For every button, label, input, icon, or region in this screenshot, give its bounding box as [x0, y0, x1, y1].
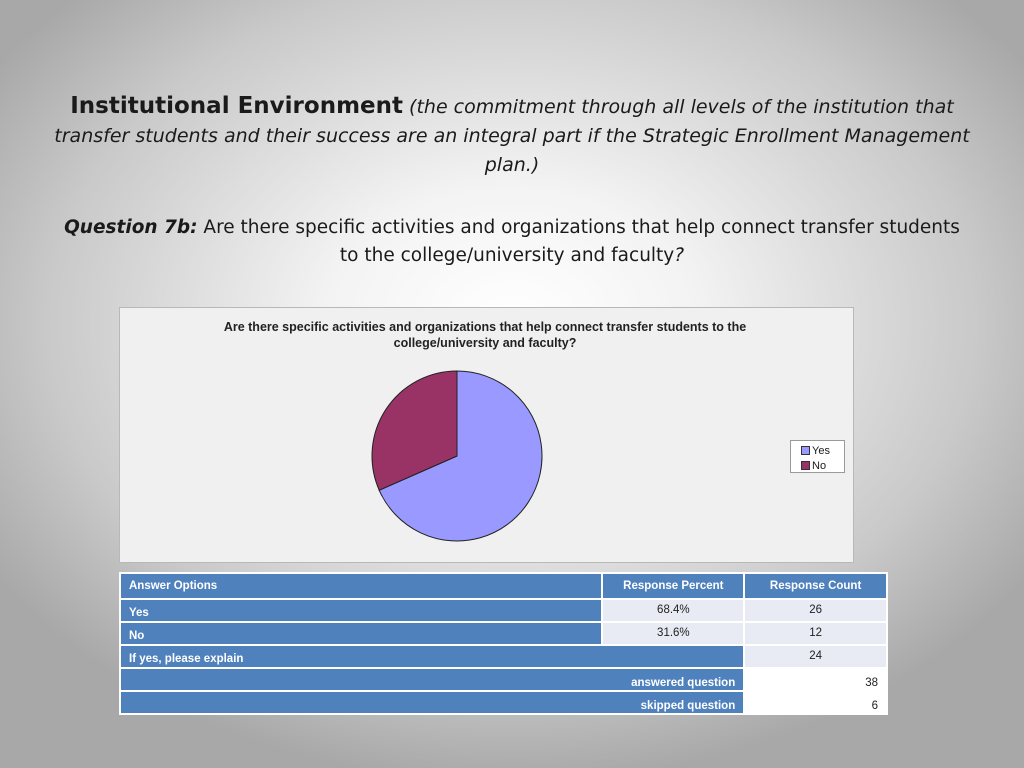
- question-mark: ?: [674, 245, 685, 266]
- summary-row: skipped question 6: [118, 690, 888, 715]
- header-response-count: Response Count: [743, 572, 888, 600]
- row-label-explain: If yes, please explain: [118, 644, 746, 669]
- legend-label-yes: Yes: [812, 444, 830, 457]
- question: Question 7b: Are there specific activiti…: [60, 214, 964, 270]
- count-yes: 26: [743, 598, 888, 623]
- pie-chart-svg: [371, 370, 543, 542]
- count-explain: 24: [743, 644, 888, 669]
- skipped-question-label: skipped question: [118, 690, 746, 715]
- title-main: Institutional Environment: [70, 93, 403, 119]
- results-table: Answer Options Response Percent Response…: [118, 572, 888, 715]
- percent-yes: 68.4%: [601, 598, 746, 623]
- row-label-yes: Yes: [118, 598, 604, 623]
- slide-title: Institutional Environment (the commitmen…: [50, 92, 974, 180]
- header-response-percent: Response Percent: [601, 572, 746, 600]
- percent-no: 31.6%: [601, 621, 746, 646]
- answered-question-value: 38: [743, 667, 888, 692]
- header-answer-options: Answer Options: [118, 572, 604, 600]
- table-row: Yes 68.4% 26: [118, 598, 888, 623]
- legend-swatch-yes: [801, 446, 810, 455]
- skipped-question-value: 6: [743, 690, 888, 715]
- count-no: 12: [743, 621, 888, 646]
- legend-item-yes: Yes: [801, 443, 844, 458]
- table-row: If yes, please explain 24: [118, 644, 888, 669]
- legend-item-no: No: [801, 458, 844, 473]
- legend-swatch-no: [801, 461, 810, 470]
- question-label: Question 7b:: [64, 217, 198, 238]
- answered-question-label: answered question: [118, 667, 746, 692]
- question-text: Are there specific activities and organi…: [197, 217, 960, 266]
- title-paren: (: [403, 96, 417, 118]
- row-label-no: No: [118, 621, 604, 646]
- table-row: No 31.6% 12: [118, 621, 888, 646]
- chart-legend: Yes No: [790, 440, 845, 473]
- legend-label-no: No: [812, 459, 827, 472]
- table-header-row: Answer Options Response Percent Response…: [118, 572, 888, 600]
- pie-chart: Are there specific activities and organi…: [119, 307, 854, 563]
- summary-row: answered question 38: [118, 667, 888, 692]
